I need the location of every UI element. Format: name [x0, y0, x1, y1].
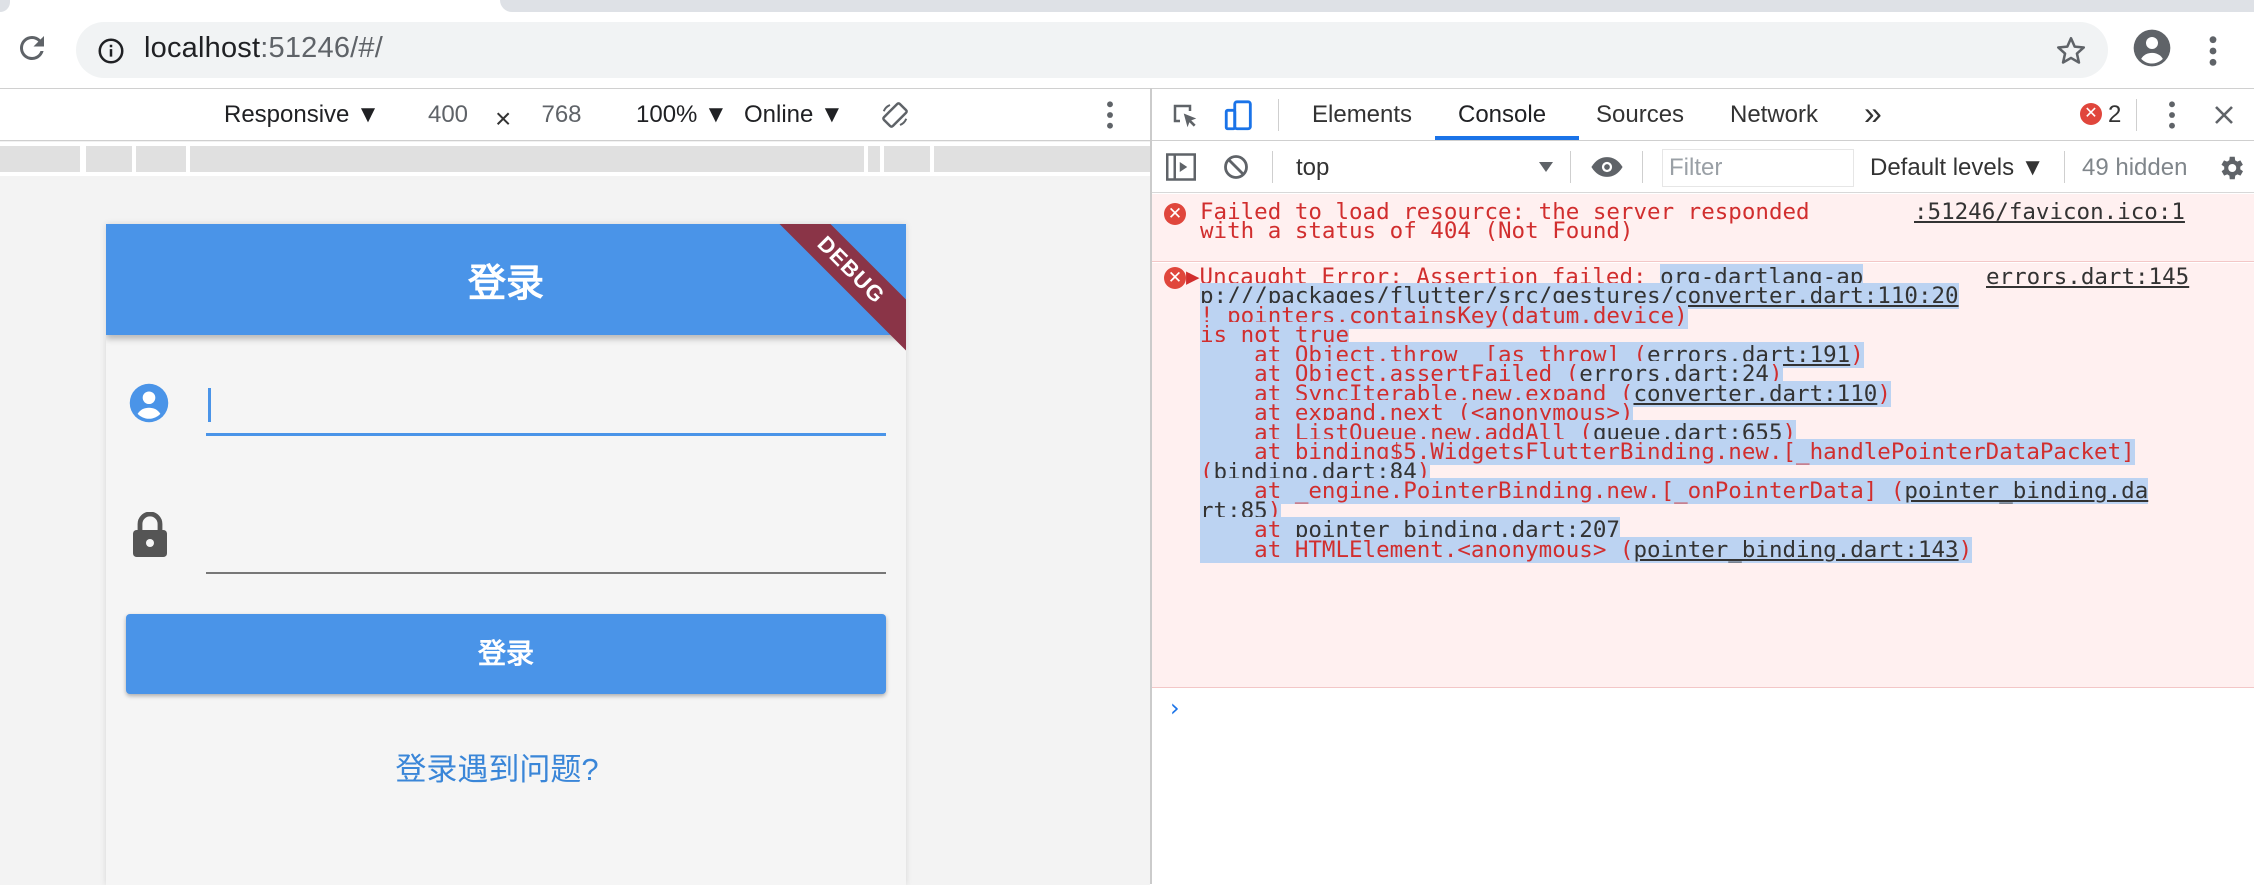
- source-link[interactable]: :51246/favicon.ico:1: [1914, 198, 2185, 226]
- app-bar: 登录: [106, 224, 906, 335]
- error-text: with a status of 404 (Not Found): [1200, 218, 1634, 244]
- login-button[interactable]: 登录: [126, 614, 886, 694]
- toolbar-divider: [1278, 99, 1279, 131]
- browser-menu-icon[interactable]: [2206, 34, 2220, 68]
- devtools-tab-bar: Elements Console Sources Network » ✕ 2: [1152, 89, 2254, 141]
- media-query-bar: [0, 142, 1150, 176]
- console-toolbar: top Filter Default levels ▼ 49 hidden: [1152, 141, 2254, 193]
- device-toggle-icon[interactable]: [1222, 99, 1256, 133]
- toolbar-divider: [2064, 151, 2065, 183]
- device-viewport-area: 登录 DEBUG 登录 登录遇到问题?: [0, 176, 1150, 885]
- password-input[interactable]: [206, 514, 886, 574]
- devtools-panel: Elements Console Sources Network » ✕ 2 t…: [1152, 88, 2254, 884]
- media-query-segment[interactable]: [934, 146, 1150, 172]
- height-input[interactable]: 768: [524, 96, 599, 134]
- dimension-separator: ×: [495, 103, 512, 134]
- stack-line: at HTMLElement.<anonymous> (pointer_bind…: [1200, 536, 1973, 564]
- text-cursor: [208, 388, 211, 422]
- live-expression-eye-icon[interactable]: [1590, 155, 1624, 179]
- tab-console[interactable]: Console: [1458, 101, 1546, 129]
- device-toolbar-more-icon[interactable]: [1104, 99, 1116, 131]
- page-title: 登录: [467, 263, 544, 305]
- error-count[interactable]: 2: [2108, 101, 2121, 129]
- rotate-icon[interactable]: [880, 100, 910, 130]
- stack-link[interactable]: pointer_binding.da: [1904, 478, 2148, 504]
- media-query-segment[interactable]: [868, 146, 880, 172]
- toolbar-divider: [2136, 99, 2137, 131]
- error-icon: ✕: [1164, 267, 1186, 289]
- close-devtools-icon[interactable]: [2212, 103, 2236, 127]
- network-throttle-select[interactable]: Online ▼: [744, 101, 844, 129]
- login-help-link[interactable]: 登录遇到问题?: [106, 744, 888, 789]
- media-query-segment[interactable]: [86, 146, 132, 172]
- close-paren: ): [1850, 342, 1864, 368]
- hidden-messages-count: 49 hidden: [2082, 154, 2188, 181]
- error-text: at HTMLElement.<anonymous> (: [1200, 537, 1634, 563]
- close-paren: ): [1958, 537, 1973, 563]
- browser-toolbar: localhost:51246/#/: [0, 0, 2254, 88]
- media-query-segment[interactable]: [190, 146, 864, 172]
- toolbar-divider: [1642, 151, 1643, 183]
- tab-sources[interactable]: Sources: [1596, 101, 1684, 129]
- url-path: :51246/#/: [260, 32, 384, 64]
- source-link[interactable]: errors.dart:145: [1986, 263, 2189, 291]
- context-dropdown-arrow-icon[interactable]: [1538, 161, 1554, 173]
- media-query-segment[interactable]: [136, 146, 186, 172]
- error-text: at _engine.PointerBinding.new.[_onPointe…: [1200, 478, 1905, 504]
- active-tab-indicator: [1435, 136, 1579, 140]
- console-error-message[interactable]: ✕ Failed to load resource: the server re…: [1152, 194, 2254, 262]
- console-settings-gear-icon[interactable]: [2216, 153, 2246, 183]
- console-error-message[interactable]: ✕ errors.dart:145 ▶Uncaught Error: Asser…: [1152, 263, 2254, 688]
- username-input[interactable]: [206, 374, 886, 436]
- lock-icon: [133, 512, 167, 557]
- sidebar-toggle-icon[interactable]: [1166, 153, 1196, 181]
- context-select[interactable]: top: [1296, 154, 1329, 182]
- console-prompt[interactable]: ›: [1170, 694, 1180, 722]
- devtools-menu-icon[interactable]: [2166, 99, 2178, 131]
- tab-strip-edge: [0, 0, 10, 12]
- toolbar-divider: [1570, 151, 1571, 183]
- tab-strip: [500, 0, 2254, 12]
- error-icon: ✕: [1164, 203, 1186, 225]
- tab-elements[interactable]: Elements: [1312, 101, 1412, 129]
- media-query-segment[interactable]: [0, 146, 80, 172]
- flutter-app-viewport: 登录 DEBUG 登录 登录遇到问题?: [106, 224, 906, 885]
- bookmark-star-icon[interactable]: [2054, 34, 2088, 68]
- close-paren: ): [1877, 381, 1891, 407]
- width-input[interactable]: 400: [408, 96, 488, 134]
- tab-network[interactable]: Network: [1730, 101, 1818, 129]
- log-levels-select[interactable]: Default levels ▼: [1870, 154, 2045, 182]
- profile-avatar-icon[interactable]: [2132, 28, 2172, 68]
- url-text[interactable]: localhost:51246/#/: [144, 32, 383, 65]
- device-toolbar: Responsive ▼ 400 × 768 100% ▼ Online ▼: [0, 89, 1150, 141]
- clear-console-icon[interactable]: [1222, 153, 1250, 181]
- account-circle-icon: [129, 383, 169, 423]
- url-host: localhost: [144, 32, 261, 64]
- reload-icon[interactable]: [14, 30, 50, 66]
- device-emulation-pane: Responsive ▼ 400 × 768 100% ▼ Online ▼ 登…: [0, 88, 1150, 885]
- error-badge-icon[interactable]: ✕: [2080, 103, 2102, 125]
- stack-line: at _engine.PointerBinding.new.[_onPointe…: [1200, 477, 2149, 505]
- console-filter-input[interactable]: Filter: [1662, 149, 1854, 187]
- zoom-select[interactable]: 100% ▼: [636, 101, 728, 129]
- media-query-segment[interactable]: [884, 146, 930, 172]
- inspect-element-icon[interactable]: [1170, 101, 1200, 131]
- stack-link[interactable]: pointer_binding.dart:143: [1633, 537, 1958, 563]
- more-tabs-button[interactable]: »: [1864, 95, 1882, 132]
- console-messages: ✕ Failed to load resource: the server re…: [1152, 194, 2254, 885]
- stack-link[interactable]: converter.dart:110: [1633, 381, 1877, 407]
- info-icon[interactable]: [96, 36, 126, 66]
- device-select[interactable]: Responsive ▼: [224, 101, 380, 129]
- toolbar-divider: [1272, 151, 1273, 183]
